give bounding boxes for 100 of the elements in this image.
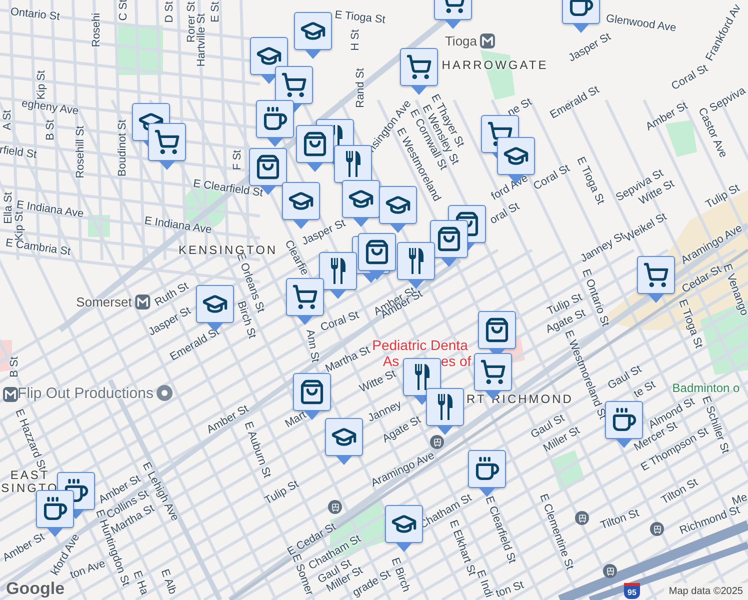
street-label: E Alb (158, 568, 178, 596)
fork-knife-icon (345, 151, 361, 177)
street-label: D St (164, 1, 176, 23)
shopping-bag-icon (302, 131, 328, 157)
street-label: Tulip St (704, 183, 742, 211)
street-label: B St (46, 120, 56, 140)
map-marker[interactable] (426, 388, 464, 435)
shopping-cart-icon (406, 54, 432, 80)
map-marker[interactable] (275, 66, 313, 113)
street-label: ne St (506, 96, 534, 120)
place-label: Badminton o (672, 382, 740, 394)
street-label: E Auburn St (242, 420, 272, 480)
fork-knife-icon (408, 248, 424, 274)
place-label: es of (440, 354, 472, 368)
map-marker[interactable] (148, 123, 186, 170)
map-marker[interactable] (249, 148, 287, 195)
map-marker[interactable] (358, 233, 396, 280)
neighborhood-label: RT RICHMOND (466, 393, 574, 405)
map-marker[interactable] (294, 12, 332, 59)
street-label: Coral St (670, 63, 710, 93)
street-label: egheny Ave (20, 98, 80, 118)
shopping-bag-icon (255, 154, 281, 180)
street-label: E Ha (130, 570, 150, 596)
fork-knife-icon (414, 364, 430, 390)
google-logo: Google (6, 580, 65, 597)
street-label: Rosehill St (76, 126, 86, 178)
map-marker[interactable] (430, 220, 468, 267)
map-marker[interactable] (250, 37, 288, 84)
station-label: Tioga (444, 34, 478, 48)
station-label: Somerset (76, 296, 132, 308)
street-label: oral St (488, 201, 522, 227)
shopping-bag-icon (436, 226, 462, 252)
street-label: Boudinot St (118, 120, 128, 176)
fork-knife-icon (437, 394, 453, 420)
map-marker[interactable] (385, 505, 423, 552)
street-label: Rorer St (186, 2, 198, 42)
tram-stop-icon (430, 435, 444, 449)
map-marker[interactable] (325, 418, 363, 465)
map-attribution: Map data ©2025 (664, 583, 748, 600)
map-marker[interactable] (403, 358, 441, 405)
map-marker[interactable] (397, 242, 435, 289)
map-marker[interactable] (400, 48, 438, 95)
tram-stop-icon (650, 522, 664, 536)
shopping-bag-icon (484, 317, 510, 343)
neighborhood-label: HARROWGATE (442, 59, 548, 71)
shopping-cart-icon (292, 284, 318, 310)
shopping-cart-icon (281, 72, 307, 98)
street-label: A St (2, 110, 14, 130)
street-label: Tilton St (599, 508, 641, 532)
street-label: Kip St (36, 70, 48, 100)
street-label: H St (350, 29, 362, 51)
street-label: rfield St (0, 144, 38, 162)
shopping-bag-icon (364, 239, 390, 265)
map-marker[interactable] (319, 252, 357, 299)
place-label: Pediatric Denta (372, 338, 468, 352)
street-label: Rand St (356, 68, 366, 108)
street-label: F St (232, 150, 244, 170)
street-label: te St (632, 380, 658, 400)
street-label: Ontario St (10, 6, 60, 24)
shopping-bag-icon (299, 379, 325, 405)
neighborhood-label: KENSINGTON (178, 244, 278, 256)
tram-stop-icon (328, 500, 342, 514)
map-marker[interactable] (637, 256, 675, 303)
street-label: Glenwood Ave (605, 14, 677, 34)
shopping-cart-icon (643, 262, 669, 288)
metro-station-icon (480, 34, 496, 48)
street-label: Coral St (319, 310, 361, 334)
street-label: B St (10, 356, 20, 378)
park-area (550, 450, 585, 490)
street-label: Ella St (4, 192, 14, 224)
location-pin-icon (156, 385, 172, 401)
neighborhood-label: EAST (10, 469, 50, 481)
street-label: Mart (284, 410, 308, 430)
map-marker[interactable] (562, 0, 600, 33)
street-label: E Clearfield St (192, 178, 264, 200)
tram-stop-icon (575, 511, 589, 525)
coffee-cup-icon (474, 456, 500, 482)
fork-knife-icon (330, 258, 346, 284)
metro-station-icon (3, 387, 18, 402)
map-marker[interactable] (256, 100, 294, 147)
street-label: Tulip St (263, 479, 301, 507)
street-label: Tilton St (660, 477, 700, 507)
place-label: As (382, 354, 400, 368)
coffee-cup-icon (262, 106, 288, 132)
street-label: E Indiana Ave (144, 216, 212, 236)
street-label: Coral St (532, 163, 572, 193)
street-label: Me (730, 492, 748, 508)
street-label: E Tioga St (334, 10, 386, 26)
coffee-cup-icon (42, 496, 68, 522)
coffee-cup-icon (63, 478, 89, 504)
map-marker[interactable] (296, 125, 334, 172)
street-label: Rosehi (92, 12, 102, 48)
street-label: E St (210, 2, 222, 22)
tram-stop-icon (603, 564, 617, 578)
shopping-cart-icon (480, 359, 506, 385)
street-label: Kip St (14, 211, 26, 241)
street-label: E Tioga St (574, 156, 606, 206)
highway-shield: 95 (624, 583, 640, 599)
street-label: E Tioga St (676, 298, 704, 350)
shopping-cart-icon (154, 129, 180, 155)
